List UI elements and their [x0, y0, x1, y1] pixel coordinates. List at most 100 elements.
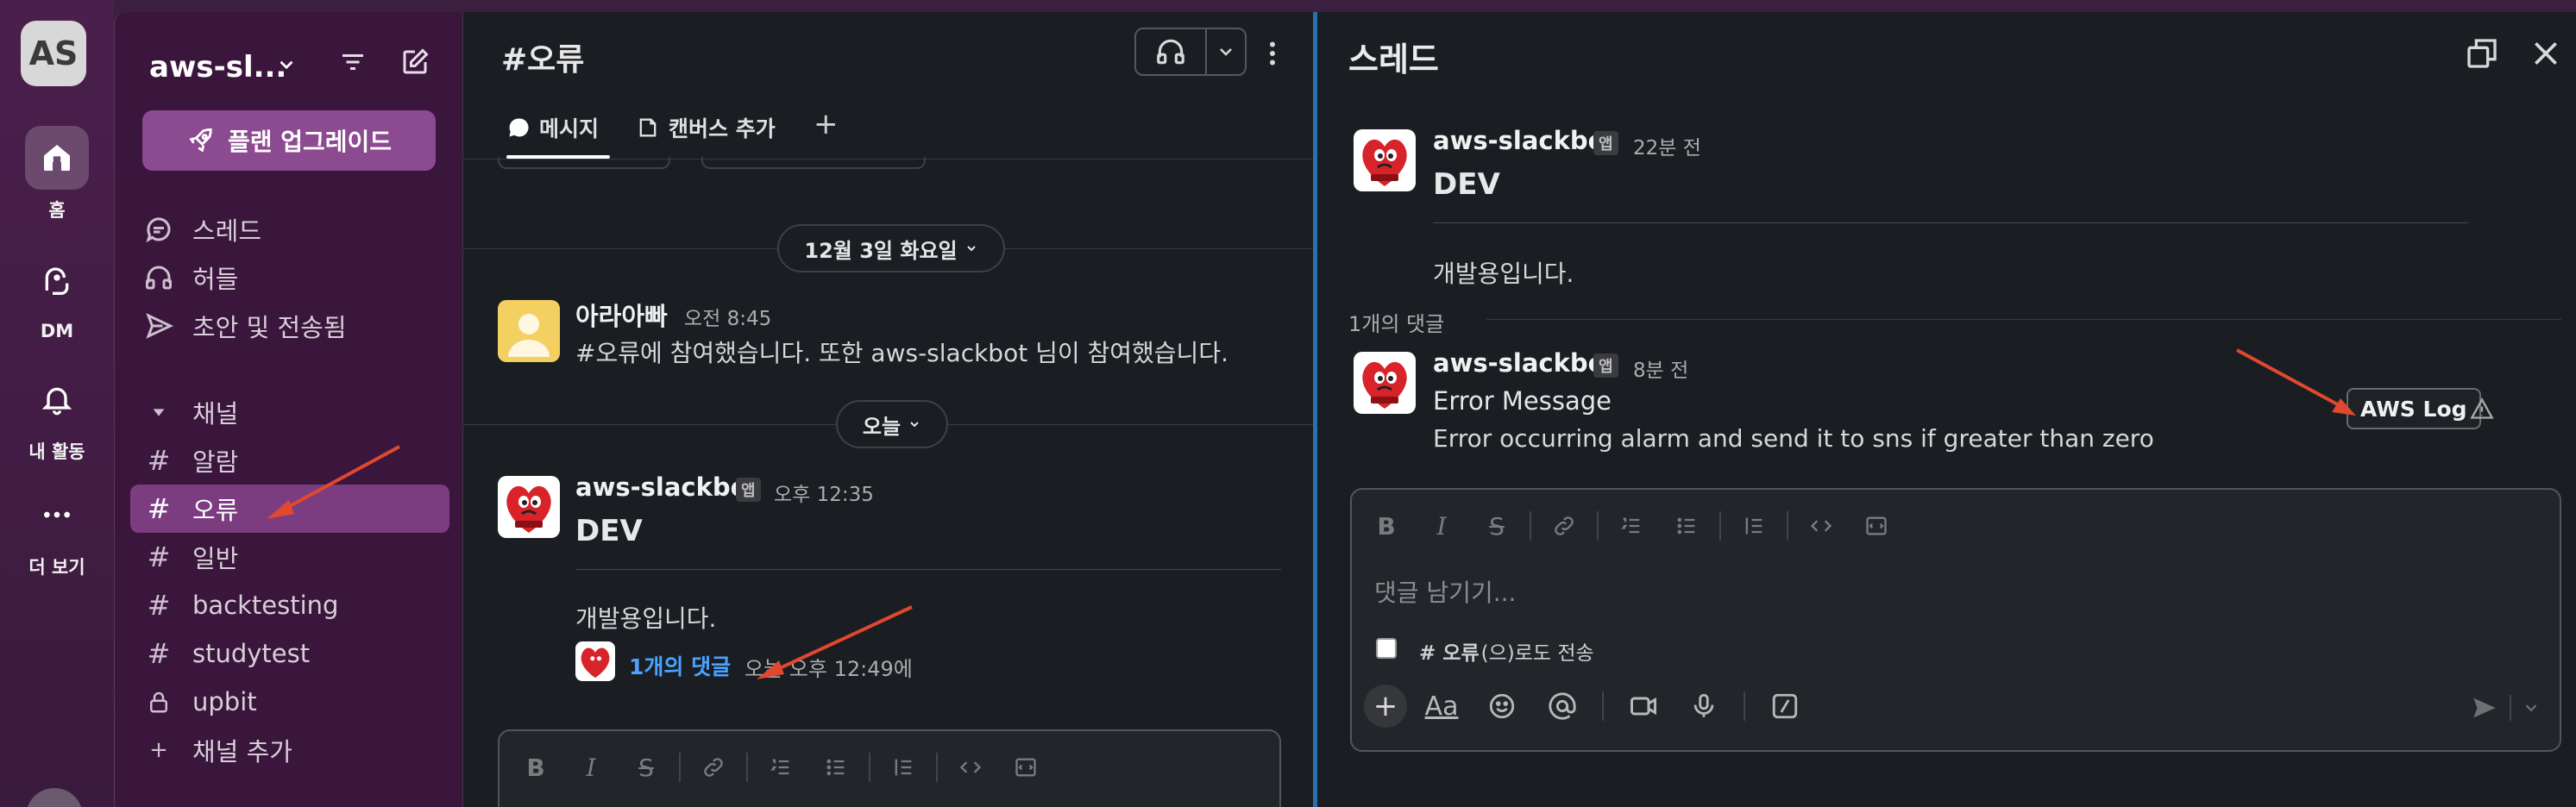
rail-item-more[interactable]: 더 보기	[0, 483, 114, 579]
code-block-icon[interactable]	[998, 748, 1053, 786]
code-block-icon[interactable]	[1849, 507, 1904, 545]
emoji-icon[interactable]	[1487, 691, 1517, 721]
message-icon	[509, 118, 529, 137]
formatting-toolbar: B I S	[508, 748, 1053, 786]
plus-icon[interactable]: +	[1364, 685, 1407, 728]
sidebar-item-drafts[interactable]: 초안 및 전송됨	[130, 302, 449, 350]
also-send-suffix: (으)로도 전송	[1480, 642, 1594, 665]
date-divider-pill[interactable]: 12월 3일 화요일	[777, 224, 1005, 272]
compose-icon[interactable]	[399, 47, 430, 78]
message-title: DEV	[575, 514, 643, 548]
message-author[interactable]: 아라아빠	[575, 297, 668, 333]
ordered-list-icon[interactable]	[753, 748, 808, 786]
video-icon[interactable]	[1628, 691, 1659, 722]
bot-avatar[interactable]	[498, 476, 560, 538]
thread-replies-link[interactable]: 1개의 댓글	[629, 650, 731, 681]
close-icon[interactable]	[2529, 36, 2563, 71]
bot-avatar[interactable]	[1354, 129, 1416, 191]
slash-command-icon[interactable]	[1770, 691, 1800, 721]
chevron-down-icon[interactable]	[2522, 698, 2541, 717]
bell-icon	[41, 387, 72, 416]
channel-title[interactable]: #오류	[501, 34, 584, 79]
ordered-list-icon[interactable]	[1604, 507, 1659, 545]
message-text: 개발용입니다.	[575, 604, 717, 633]
sidebar-item-threads[interactable]: 스레드	[130, 205, 449, 253]
blockquote-icon[interactable]	[876, 748, 931, 786]
sidebar-item-label: 일반	[192, 544, 239, 573]
upgrade-plan-button[interactable]: 플랜 업그레이드	[142, 110, 436, 171]
text-format-icon[interactable]: Aa	[1416, 685, 1467, 728]
alarm-mascot-icon	[581, 647, 610, 679]
sidebar-item-label: backtesting	[192, 591, 339, 620]
open-in-window-icon[interactable]	[2465, 36, 2499, 71]
tab-add-canvas[interactable]: 캔버스 추가	[636, 112, 776, 143]
sidebar-item-channel-backtesting[interactable]: # backtesting	[130, 581, 449, 629]
bold-icon[interactable]: B	[508, 748, 563, 786]
more-icon	[44, 511, 70, 518]
bulleted-list-icon[interactable]	[808, 748, 864, 786]
channels-section-header[interactable]: 채널	[130, 388, 449, 436]
tab-messages-label: 메시지	[539, 116, 600, 141]
filter-icon[interactable]	[337, 47, 368, 78]
message-author[interactable]: aws-slackbot	[575, 472, 759, 502]
sidebar-item-label: 허들	[192, 265, 239, 294]
reply-composer[interactable]: B I S 댓글 남기기... # 오류 (으)로도 전송 + Aa	[1350, 488, 2561, 752]
date-divider-pill[interactable]: 오늘	[836, 400, 948, 448]
warning-icon[interactable]	[2470, 397, 2494, 421]
link-icon[interactable]	[686, 748, 741, 786]
bot-avatar[interactable]	[1354, 352, 1416, 414]
message-author[interactable]: aws-slackbot	[1433, 348, 1617, 378]
sidebar-item-channel-studytest[interactable]: # studytest	[130, 629, 449, 678]
bold-icon[interactable]: B	[1359, 507, 1414, 545]
sidebar-item-label: 초안 및 전송됨	[192, 313, 347, 342]
rail-item-home[interactable]: 홈	[0, 126, 114, 222]
sidebar-item-channel-general[interactable]: # 일반	[130, 533, 449, 581]
message-timestamp[interactable]: 오전 8:45	[684, 302, 771, 331]
also-send-checkbox[interactable]	[1376, 638, 1397, 659]
chevron-down-icon[interactable]	[275, 53, 298, 76]
huddle-button[interactable]	[1134, 28, 1247, 76]
mention-icon[interactable]	[1548, 691, 1577, 721]
annotation-arrow	[2236, 348, 2356, 416]
channel-view: #오류 메시지 캔버스 추가 + 12월 3일 화요일 아라아빠 오전 8:45…	[462, 12, 1314, 807]
sidebar-item-add-channel[interactable]: + 채널 추가	[130, 726, 449, 774]
bulleted-list-icon[interactable]	[1659, 507, 1714, 545]
message-timestamp[interactable]: 22분 전	[1633, 131, 1701, 160]
avatar[interactable]	[498, 300, 560, 362]
hash-icon: #	[147, 444, 171, 477]
tab-messages[interactable]: 메시지	[506, 112, 599, 143]
message-timestamp[interactable]: 8분 전	[1633, 353, 1688, 383]
italic-icon[interactable]: I	[563, 748, 619, 786]
code-icon[interactable]	[1794, 507, 1849, 545]
italic-icon[interactable]: I	[1414, 507, 1469, 545]
workspace-avatar[interactable]: AS	[21, 21, 86, 86]
annotation-arrow	[757, 605, 913, 679]
reply-avatar	[575, 641, 615, 681]
strikethrough-icon[interactable]: S	[1469, 507, 1524, 545]
kebab-menu-icon[interactable]	[1257, 38, 1288, 69]
rail-label-dm: DM	[40, 321, 74, 341]
lock-icon	[150, 691, 167, 713]
date-divider-label: 오늘	[862, 414, 902, 439]
message-author[interactable]: aws-slackbot	[1433, 126, 1617, 155]
code-icon[interactable]	[943, 748, 998, 786]
reply-count: 1개의 댓글	[1348, 312, 1445, 336]
user-avatar[interactable]	[26, 788, 83, 807]
sidebar-item-huddles[interactable]: 허들	[130, 253, 449, 302]
message-composer[interactable]: B I S	[498, 729, 1281, 807]
sidebar-item-channel-upbit[interactable]: upbit	[130, 678, 449, 726]
message-timestamp[interactable]: 오후 12:35	[774, 478, 874, 507]
rail-item-activity[interactable]: 내 활동	[0, 367, 114, 464]
microphone-icon[interactable]	[1689, 691, 1718, 721]
message-text: #오류에 참여했습니다. 또한 aws-slackbot 님이 참여했습니다.	[575, 339, 1228, 367]
caret-down-icon	[153, 409, 165, 416]
add-tab-plus-icon[interactable]: +	[814, 107, 839, 141]
strikethrough-icon[interactable]: S	[619, 748, 674, 786]
link-icon[interactable]	[1536, 507, 1592, 545]
send-icon[interactable]	[2470, 693, 2499, 723]
workspace-name[interactable]: aws-sl...	[149, 50, 286, 84]
reply-input[interactable]: 댓글 남기기...	[1374, 574, 1516, 609]
plus-icon: +	[149, 737, 168, 763]
blockquote-icon[interactable]	[1726, 507, 1781, 545]
rail-item-dm[interactable]: DM	[0, 250, 114, 341]
